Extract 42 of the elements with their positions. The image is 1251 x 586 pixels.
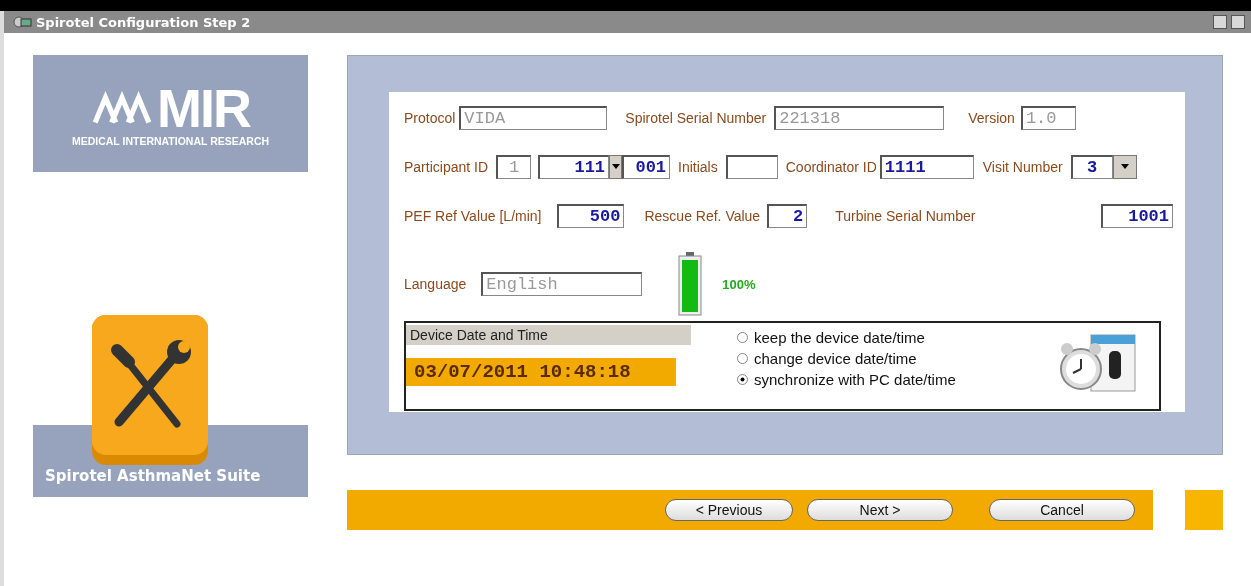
app-icon — [12, 14, 32, 30]
initials-field[interactable] — [725, 154, 778, 179]
tools-icon — [89, 312, 211, 467]
logo-tagline: MEDICAL INTERNATIONAL RESEARCH — [71, 134, 270, 147]
field-label: PEF Ref Value [L/min] — [404, 207, 542, 224]
restore-button[interactable] — [1213, 15, 1227, 29]
field-label: Language — [404, 276, 467, 292]
arches-icon — [91, 90, 153, 125]
input-field[interactable]: 001 — [622, 154, 671, 179]
battery-percent: 100% — [722, 276, 756, 292]
battery-icon — [678, 252, 703, 316]
accent-square — [1185, 490, 1223, 530]
input-field[interactable]: 2 — [767, 203, 808, 228]
close-button[interactable] — [1231, 15, 1245, 29]
input-field[interactable]: 3 — [1070, 154, 1113, 179]
field-label: Participant ID — [404, 158, 489, 175]
input-field[interactable]: 1001 — [1101, 203, 1173, 228]
field-label: Coordinator ID — [785, 158, 877, 175]
dropdown-button[interactable] — [609, 154, 623, 179]
field-label: Rescue Ref. Value — [644, 207, 761, 224]
input-field[interactable]: 1111 — [879, 154, 974, 179]
field-label: Protocol — [404, 109, 456, 126]
window-title: Spirotel Configuration Step 2 — [36, 14, 252, 30]
wizard-button[interactable]: < Previous — [665, 499, 793, 521]
field-label: Visit Number — [982, 158, 1063, 175]
section-title: Device Date and Time — [406, 325, 691, 345]
radio-option[interactable]: keep the device date/time — [737, 327, 956, 347]
field-label: Initials — [678, 158, 718, 175]
field-label: Version — [968, 109, 1015, 126]
radio-option[interactable]: synchronize with PC date/time — [737, 369, 956, 389]
dropdown-button[interactable] — [1112, 154, 1137, 179]
field-label: Spirotel Serial Number — [625, 109, 767, 126]
radio-option[interactable]: change device date/time — [737, 348, 956, 368]
input-field[interactable]: 500 — [557, 203, 625, 228]
date-time-display: 03/07/2011 10:48:18 — [406, 358, 676, 386]
logo-text: MIR — [157, 80, 250, 135]
input-field[interactable]: 111 — [538, 154, 610, 179]
field-label: Turbine Serial Number — [835, 207, 976, 224]
wizard-button[interactable]: Cancel — [989, 499, 1135, 521]
wizard-button[interactable]: Next > — [807, 499, 953, 521]
caret-icon — [611, 164, 620, 169]
caret-icon — [1120, 164, 1129, 169]
